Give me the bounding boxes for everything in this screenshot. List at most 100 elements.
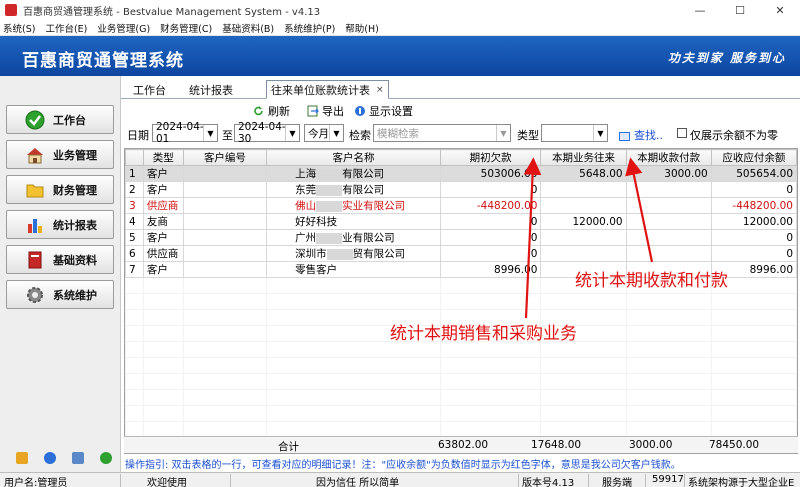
title-bar: 百惠商贸通管理系统 - Bestvalue Management System … <box>0 0 800 20</box>
tab-label: 往来单位账款统计表 <box>271 83 370 97</box>
refresh-icon <box>253 105 265 117</box>
brand-title: 百惠商贸通管理系统 <box>22 51 184 71</box>
redacted-mask <box>316 200 343 212</box>
menu-finance[interactable]: 财务管理(C) <box>160 21 212 35</box>
find-button[interactable]: 查找.. <box>619 127 663 143</box>
status-version: 版本号4.13 <box>522 478 575 487</box>
sidebar-item-reports[interactable]: 统计报表 <box>6 210 114 239</box>
cell-code <box>182 245 268 262</box>
row-number: 7 <box>125 261 144 278</box>
cell-type: 客户 <box>142 229 184 246</box>
house-icon <box>25 145 45 165</box>
minimize-button[interactable]: — <box>680 0 720 20</box>
tab-reports[interactable]: 统计报表 <box>189 80 233 99</box>
cell-balance: 505654.00 <box>710 165 797 182</box>
nonzero-only-label: 仅展示余额不为零 <box>690 129 778 142</box>
date-from-picker[interactable]: 2024-04-01 ▼ <box>152 121 218 145</box>
display-settings-button[interactable]: 显示设置 <box>354 103 413 119</box>
menu-business[interactable]: 业务管理(G) <box>97 21 150 35</box>
status-welcome: 欢迎使用 <box>147 478 187 487</box>
export-icon <box>307 105 319 117</box>
sidebar-item-finance[interactable]: 财务管理 <box>6 175 114 204</box>
sidebar-item-basic-data[interactable]: 基础资料 <box>6 245 114 274</box>
table-row[interactable]: 5 客户 广州 业有限公司 0 0 <box>125 229 797 246</box>
cell-business <box>540 229 627 246</box>
customer-name-prefix: 佛山 <box>295 200 317 212</box>
cell-type: 友商 <box>142 213 184 230</box>
row-number: 2 <box>125 181 144 198</box>
menu-system[interactable]: 系统(S) <box>3 21 35 35</box>
export-button[interactable]: 导出 <box>307 103 344 119</box>
customer-name-suffix: 实业有限公司 <box>342 200 406 212</box>
cell-business <box>540 197 627 214</box>
tab-workbench[interactable]: 工作台 <box>133 80 166 99</box>
period-select[interactable]: 今月 ▼ <box>304 124 344 142</box>
window-title: 百惠商贸通管理系统 - Bestvalue Management System … <box>23 6 321 18</box>
column-header[interactable]: 期初欠款 <box>439 149 542 166</box>
cell-customer-name: 佛山 实业有限公司 <box>266 197 441 214</box>
column-header[interactable]: 客户编号 <box>182 149 268 166</box>
cell-business: 5648.00 <box>540 165 627 182</box>
cell-opening: -448200.00 <box>439 197 542 214</box>
menu-help[interactable]: 帮助(H) <box>345 21 379 35</box>
sidebar-item-maintenance[interactable]: 系统维护 <box>6 280 114 309</box>
total-opening: 63802.00 <box>438 439 489 451</box>
edit-icon[interactable] <box>16 452 28 464</box>
sidebar-item-business[interactable]: 业务管理 <box>6 140 114 169</box>
customer-name-suffix: 有限公司 <box>342 168 385 180</box>
type-select[interactable]: ▼ <box>541 124 608 142</box>
cell-opening: 0 <box>439 245 542 262</box>
empty-row <box>125 405 797 422</box>
sidebar: 工作台 业务管理 财务管理 统计报表 基础资料 系统维护 <box>0 76 121 446</box>
status-server-port: 59917 <box>652 474 684 485</box>
status-arch: 系统架构源于大型企业E <box>688 478 795 487</box>
calculator-icon[interactable] <box>72 452 84 464</box>
table-row[interactable]: 2 客户 东莞 有限公司 0 0 <box>125 181 797 198</box>
sidebar-item-workbench[interactable]: 工作台 <box>6 105 114 134</box>
folder-icon <box>25 180 45 200</box>
menu-basic-data[interactable]: 基础资料(B) <box>222 21 274 35</box>
menu-bar: 系统(S) 工作台(E) 业务管理(G) 财务管理(C) 基础资料(B) 系统维… <box>0 20 800 36</box>
table-row[interactable]: 3 供应商 佛山 实业有限公司 -448200.00 -448200.00 <box>125 197 797 214</box>
table-row[interactable]: 1 客户 上海 有限公司 503006.00 5648.00 3000.00 505654.0… <box>125 165 797 182</box>
dropdown-arrow-icon: ▼ <box>496 125 510 141</box>
menu-maintenance[interactable]: 系统维护(P) <box>284 21 335 35</box>
cell-customer-name: 零售客户 <box>266 261 441 278</box>
column-header[interactable]: 本期业务往来 <box>540 149 627 166</box>
total-receipt: 3000.00 <box>629 439 673 451</box>
maximize-button[interactable]: ☐ <box>720 0 760 20</box>
cell-code <box>182 213 268 230</box>
refresh-icon[interactable] <box>100 452 112 464</box>
row-number: 1 <box>125 165 144 182</box>
close-button[interactable]: ✕ <box>760 0 800 20</box>
info-icon[interactable] <box>44 452 56 464</box>
nonzero-only-checkbox[interactable] <box>677 128 687 138</box>
cell-opening: 8996.00 <box>439 261 542 278</box>
date-label: 日期 <box>127 129 149 142</box>
date-to-picker[interactable]: 2024-04-30 ▼ <box>234 121 300 145</box>
settings-icon <box>354 105 366 117</box>
filter-bar: 日期 2024-04-01 ▼ 至 2024-04-30 ▼ 今月 ▼ 检索 模糊检索… <box>121 121 800 145</box>
search-input[interactable]: 模糊检索 ▼ <box>373 124 511 142</box>
annotation-receipts: 统计本期收款和付款 <box>575 271 728 291</box>
totals-row: 合计 63802.00 17648.00 3000.00 78450.00 <box>124 436 798 453</box>
cell-receipt <box>625 213 712 230</box>
column-header[interactable] <box>125 149 144 166</box>
account-grid[interactable]: 类型 客户编号 客户名称 期初欠款 本期业务往来 本期收款付款 应收应付余额 1… <box>124 148 798 454</box>
book-icon <box>25 250 45 270</box>
tab-account-summary[interactable]: 往来单位账款统计表 × <box>266 80 389 99</box>
table-row[interactable]: 4 友商 好好科技 0 12000.00 12000.00 <box>125 213 797 230</box>
menu-workbench[interactable]: 工作台(E) <box>45 21 87 35</box>
refresh-button[interactable]: 刷新 <box>253 103 290 119</box>
sidebar-item-label: 基础资料 <box>53 253 97 267</box>
table-row[interactable]: 6 供应商 深圳市 贸有限公司 0 0 <box>125 245 797 262</box>
cell-code <box>182 181 268 198</box>
column-header[interactable]: 客户名称 <box>266 149 441 166</box>
column-header[interactable]: 本期收款付款 <box>625 149 712 166</box>
tab-close-icon[interactable]: × <box>376 85 384 95</box>
row-number: 5 <box>125 229 144 246</box>
row-number: 3 <box>125 197 144 214</box>
column-header[interactable]: 类型 <box>142 149 184 166</box>
column-header[interactable]: 应收应付余额 <box>710 149 797 166</box>
toolbar: 刷新 导出 显示设置 <box>121 100 800 120</box>
